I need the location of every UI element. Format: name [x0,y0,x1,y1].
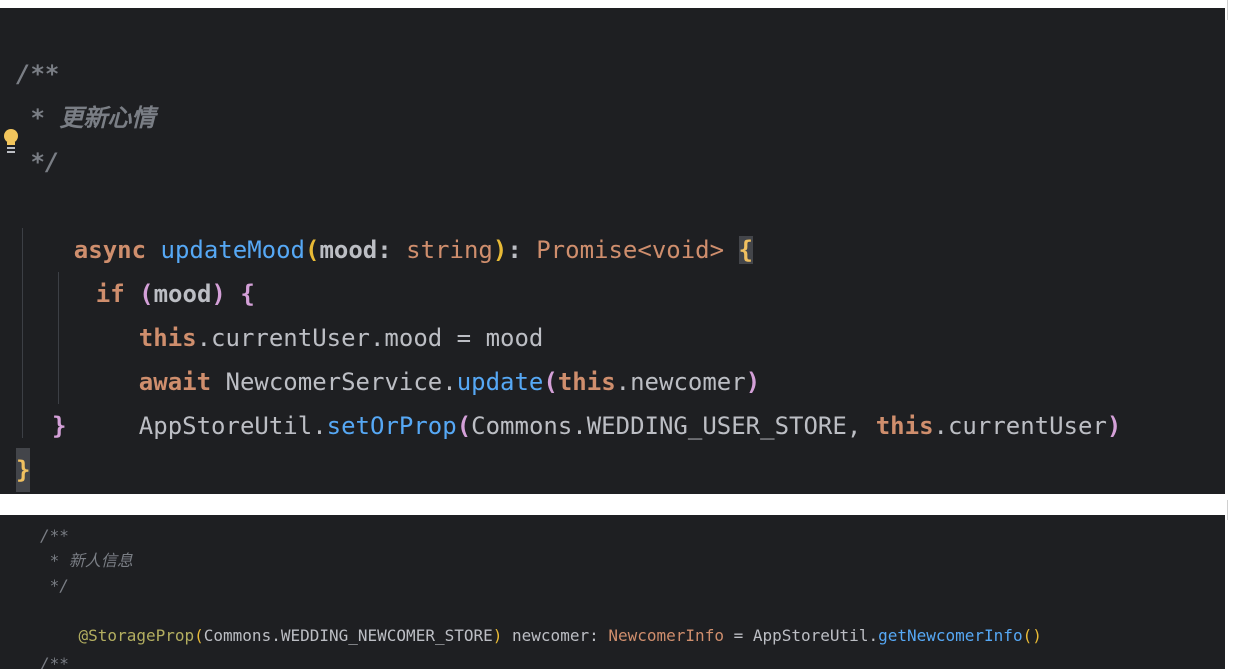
doc-comment-open: /** [16,60,60,88]
paren-close: ) [492,236,508,264]
method-setOrProp: setOrProp [326,412,457,440]
paren-close: ) [1106,412,1122,440]
paren-open: ( [305,236,320,264]
arg: .currentUser [933,412,1107,440]
storage-prop-decl: @StorageProp(Commons.WEDDING_NEWCOMER_ST… [40,598,1042,645]
scrollbar-divider [1227,0,1228,20]
doc-comment-text: * 更新心情 [16,104,156,132]
param-type: string [406,236,493,264]
fn-close-brace: } [16,448,31,492]
field-type: NewcomerInfo [608,626,724,645]
if-close-brace: } [52,412,67,440]
code-editor-top[interactable]: /** * 更新心情 */ async updateMood(mood: str… [0,8,1225,494]
doc-comment-open: /** [40,526,69,545]
paren-open: ( [456,412,472,440]
param-name: mood [319,236,378,264]
store-line: AppStoreUtil.setOrProp(Commons.WEDDING_U… [81,360,1122,440]
colon: : [507,236,537,264]
indent-guide [58,272,59,404]
doc-comment-close: */ [40,576,69,595]
brace-open: { [738,236,753,264]
arg: Commons.WEDDING_USER_STORE, [471,412,876,440]
annotation: @StorageProp [78,626,195,645]
code-editor-bottom[interactable]: /** * 新人信息 */ @StorageProp(Commons.WEDDI… [0,515,1225,669]
method-getNewcomerInfo: getNewcomerInfo [878,626,1023,645]
return-type: Promise<void> [536,236,725,264]
doc-comment-open: /** [40,654,69,669]
indent-guide [22,228,23,438]
keyword-this: this [875,412,934,440]
lightbulb-icon[interactable] [2,128,20,154]
colon: : [377,236,407,264]
if-statement: if (mood) { [38,228,255,308]
util-ref: AppStoreUtil. [138,412,327,440]
arg: Commons.WEDDING_NEWCOMER_STORE [203,626,493,645]
await-line: await NewcomerService.update(this.newcom… [81,316,760,396]
field-name: newcomer: [502,626,609,645]
paren-close: ) [492,626,503,645]
paren-open: ( [194,626,204,645]
doc-comment-close: */ [16,148,60,176]
assign-expr: = AppStoreUtil. [723,626,879,645]
assignment-line: this.currentUser.mood = mood [81,272,544,352]
function-signature: async updateMood(mood: string): Promise<… [16,184,753,264]
scrollbar-divider [1227,500,1228,520]
call-parens: () [1022,626,1042,645]
doc-comment-text: * 新人信息 [40,551,133,570]
